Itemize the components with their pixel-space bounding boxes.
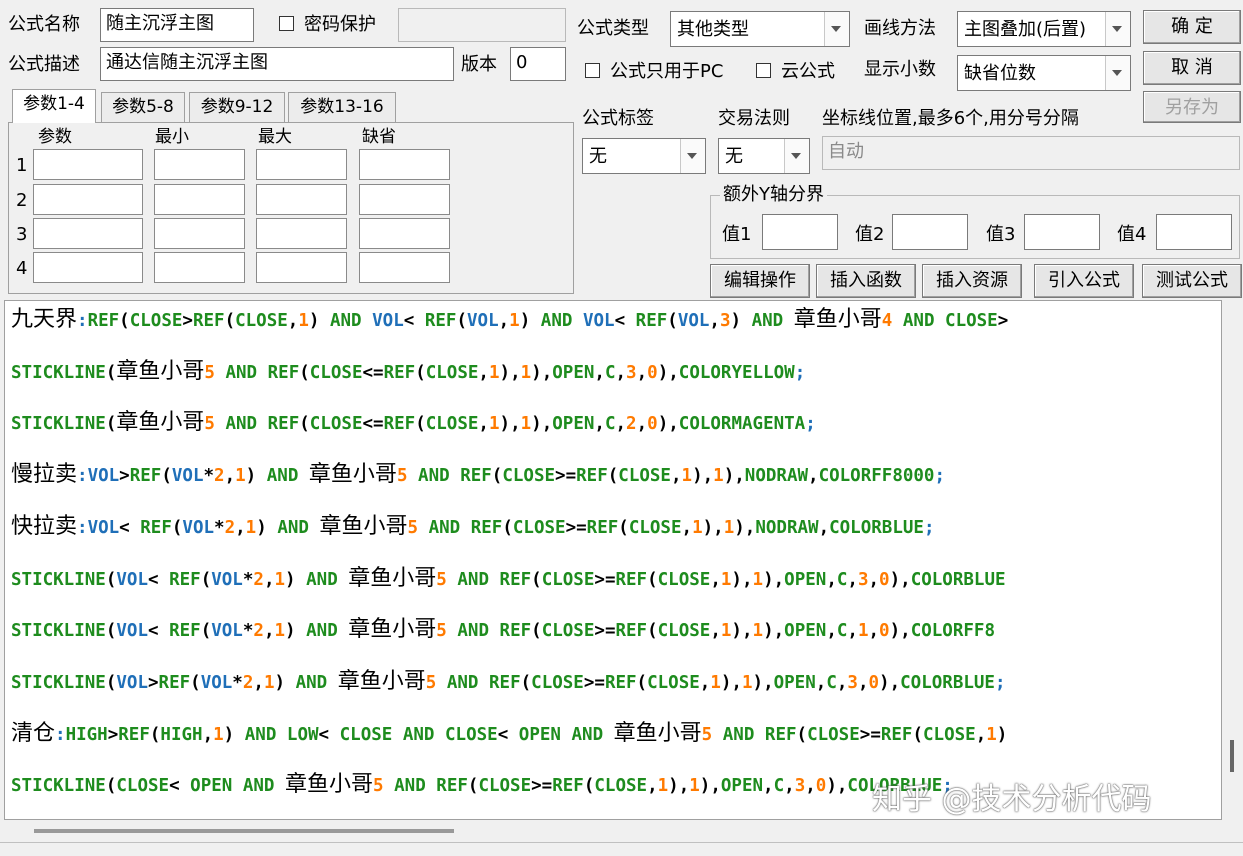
formula-desc-label: 公式描述 — [8, 54, 80, 75]
param-header-default: 缺省 — [362, 127, 396, 147]
param-name-field[interactable] — [33, 149, 143, 180]
param-default-field[interactable] — [359, 252, 450, 283]
horizontal-scroll-thumb[interactable] — [34, 829, 454, 833]
param-header-max: 最大 — [258, 127, 292, 147]
chevron-down-icon[interactable] — [824, 12, 849, 46]
formula-type-select[interactable]: 其他类型 — [670, 11, 850, 47]
formula-type-label: 公式类型 — [577, 18, 649, 39]
draw-method-select[interactable]: 主图叠加(后置) — [957, 11, 1131, 47]
code-line: STICKLINE(章鱼小哥5 AND REF(CLOSE<=REF(CLOSE… — [11, 358, 806, 384]
save-as-button[interactable]: 另存为 — [1143, 91, 1241, 123]
coord-line-label: 坐标线位置,最多6个,用分号分隔 — [822, 108, 1079, 129]
password-label: 密码保护 — [304, 14, 376, 35]
chevron-down-icon[interactable] — [680, 139, 705, 173]
param-name-field[interactable] — [33, 252, 143, 283]
tab-params-5-8[interactable]: 参数5-8 — [101, 92, 185, 122]
y-value-3-input[interactable] — [1024, 214, 1100, 250]
param-min-field[interactable] — [154, 184, 245, 215]
code-line: STICKLINE(VOL< REF(VOL*2,1) AND 章鱼小哥5 AN… — [11, 617, 995, 643]
draw-method-label: 画线方法 — [864, 18, 936, 39]
param-default-field[interactable] — [359, 184, 450, 215]
param-default-field[interactable] — [359, 149, 450, 180]
param-min-field[interactable] — [154, 252, 245, 283]
code-line: 九天界:REF(CLOSE>REF(CLOSE,1) AND VOL< REF(… — [11, 307, 1009, 332]
cancel-button[interactable]: 取 消 — [1143, 51, 1241, 85]
y-value-3-label: 值3 — [986, 224, 1016, 245]
formula-type-value: 其他类型 — [677, 19, 749, 40]
param-name-field[interactable] — [33, 184, 143, 215]
formula-desc-input[interactable]: 通达信随主沉浮主图 — [100, 47, 454, 81]
y-value-2-input[interactable] — [892, 214, 968, 250]
status-strip — [0, 842, 1243, 856]
formula-tag-value: 无 — [589, 146, 607, 167]
param-name-field[interactable] — [33, 218, 143, 249]
param-max-field[interactable] — [256, 149, 347, 180]
tab-params-1-4[interactable]: 参数1-4 — [12, 89, 96, 123]
code-line: STICKLINE(VOL< REF(VOL*2,1) AND 章鱼小哥5 AN… — [11, 565, 1006, 591]
param-max-field[interactable] — [256, 184, 347, 215]
trade-rule-value: 无 — [725, 146, 743, 167]
y-value-4-input[interactable] — [1156, 214, 1232, 250]
formula-name-input[interactable]: 随主沉浮主图 — [100, 8, 254, 42]
trade-rule-select[interactable]: 无 — [718, 138, 810, 174]
y-value-4-label: 值4 — [1117, 224, 1147, 245]
decimals-select[interactable]: 缺省位数 — [957, 55, 1131, 91]
param-min-field[interactable] — [154, 149, 245, 180]
chevron-down-icon[interactable] — [1105, 12, 1130, 46]
code-line: 清仓:HIGH>REF(HIGH,1) AND LOW< CLOSE AND C… — [11, 720, 1008, 746]
param-min-field[interactable] — [154, 218, 245, 249]
extra-y-axis-label: 额外Y轴分界 — [720, 186, 827, 204]
draw-method-value: 主图叠加(后置) — [964, 19, 1087, 40]
param-row-number: 1 — [16, 155, 28, 176]
y-value-1-input[interactable] — [762, 214, 838, 250]
tab-params-9-12[interactable]: 参数9-12 — [189, 92, 285, 122]
y-value-1-label: 值1 — [722, 224, 752, 245]
import-formula-button[interactable]: 引入公式 — [1034, 264, 1134, 298]
formula-tag-label: 公式标签 — [582, 108, 654, 129]
param-row-number: 4 — [16, 258, 28, 279]
ok-button[interactable]: 确 定 — [1143, 10, 1241, 44]
trade-rule-label: 交易法则 — [718, 108, 790, 129]
cloud-formula-label: 云公式 — [781, 61, 835, 82]
param-max-field[interactable] — [256, 218, 347, 249]
param-header-name: 参数 — [38, 127, 72, 147]
test-formula-button[interactable]: 测试公式 — [1142, 264, 1242, 298]
version-input[interactable]: 0 — [510, 47, 566, 81]
vertical-scrollbar[interactable] — [1222, 300, 1243, 820]
password-input[interactable] — [398, 8, 566, 42]
insert-resource-button[interactable]: 插入资源 — [922, 264, 1022, 298]
decimals-label: 显示小数 — [864, 59, 936, 80]
coord-line-input[interactable]: 自动 — [822, 136, 1240, 170]
chevron-down-icon[interactable] — [1105, 56, 1130, 90]
pc-only-label: 公式只用于PC — [610, 61, 724, 82]
insert-function-button[interactable]: 插入函数 — [816, 264, 916, 298]
cloud-formula-checkbox[interactable] — [756, 63, 771, 78]
param-row-number: 3 — [16, 224, 28, 245]
password-checkbox[interactable] — [279, 16, 294, 31]
edit-ops-button[interactable]: 编辑操作 — [710, 264, 810, 298]
watermark: 知乎 @技术分析代码 — [872, 782, 1152, 817]
param-row-number: 2 — [16, 190, 28, 211]
formula-tag-select[interactable]: 无 — [582, 138, 706, 174]
param-header-min: 最小 — [155, 127, 189, 147]
tab-params-13-16[interactable]: 参数13-16 — [288, 92, 396, 122]
param-max-field[interactable] — [256, 252, 347, 283]
code-line: STICKLINE(VOL>REF(VOL*2,1) AND 章鱼小哥5 AND… — [11, 668, 1006, 694]
code-line: STICKLINE(CLOSE< OPEN AND 章鱼小哥5 AND REF(… — [11, 772, 953, 798]
vertical-scroll-thumb[interactable] — [1230, 740, 1234, 772]
param-default-field[interactable] — [359, 218, 450, 249]
code-line: 慢拉卖:VOL>REF(VOL*2,1) AND 章鱼小哥5 AND REF(C… — [11, 462, 946, 488]
horizontal-scrollbar[interactable] — [4, 822, 1222, 840]
code-line: STICKLINE(章鱼小哥5 AND REF(CLOSE<=REF(CLOSE… — [11, 410, 816, 436]
y-value-2-label: 值2 — [855, 224, 885, 245]
code-editor[interactable]: 九天界:REF(CLOSE>REF(CLOSE,1) AND VOL< REF(… — [4, 300, 1222, 820]
decimals-value: 缺省位数 — [964, 63, 1036, 84]
code-line: 快拉卖:VOL< REF(VOL*2,1) AND 章鱼小哥5 AND REF(… — [11, 513, 935, 539]
chevron-down-icon[interactable] — [784, 139, 809, 173]
version-label: 版本 — [461, 54, 497, 75]
formula-name-label: 公式名称 — [8, 14, 80, 35]
pc-only-checkbox[interactable] — [585, 63, 600, 78]
